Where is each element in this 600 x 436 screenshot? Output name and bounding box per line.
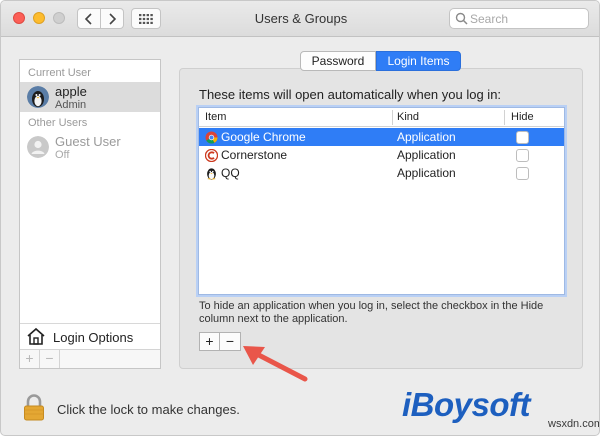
cell-item-name: Google Chrome [221, 130, 306, 144]
remove-login-item-button[interactable]: − [220, 332, 241, 351]
users-sidebar: Current User apple Admin Other Users Gue… [19, 59, 161, 369]
tab-password[interactable]: Password [300, 51, 376, 71]
add-login-item-button[interactable]: + [199, 332, 220, 351]
login-items-table[interactable]: Item Kind Hide Google Chrome Application… [198, 107, 565, 295]
sidebar-button-bar: + − [20, 349, 160, 368]
cornerstone-icon [205, 149, 218, 162]
hide-checkbox[interactable] [516, 167, 529, 180]
column-divider [392, 110, 393, 125]
hide-checkbox[interactable] [516, 149, 529, 162]
cell-kind: Application [397, 130, 456, 144]
user-row-guest[interactable]: Guest User Off [20, 132, 160, 162]
remove-user-button[interactable]: − [40, 350, 60, 368]
table-row[interactable]: Google Chrome Application [199, 128, 564, 146]
lock-icon[interactable] [23, 394, 45, 422]
tab-login-items[interactable]: Login Items [376, 51, 461, 71]
search-icon [455, 12, 468, 25]
other-users-label: Other Users [28, 117, 88, 129]
user-name: Guest User [55, 134, 121, 149]
brand-watermark: iBoysoft [402, 386, 531, 423]
annotation-arrow-icon [243, 346, 308, 382]
guest-user-icon [27, 136, 49, 158]
login-items-intro: These items will open automatically when… [199, 87, 502, 102]
user-row-apple[interactable]: apple Admin [20, 82, 160, 112]
cell-item-name: QQ [221, 166, 240, 180]
column-header-item[interactable]: Item [205, 111, 226, 123]
search-field[interactable] [449, 8, 589, 29]
hide-hint: To hide an application when you log in, … [199, 300, 544, 325]
qq-penguin-icon [207, 168, 216, 180]
user-role: Off [55, 149, 70, 161]
hide-checkbox[interactable] [516, 131, 529, 144]
table-row[interactable]: Cornerstone Application [199, 146, 564, 164]
tab-bar: Password Login Items [300, 51, 461, 71]
cell-kind: Application [397, 166, 456, 180]
user-name: apple [55, 84, 87, 99]
login-options-item[interactable]: Login Options [20, 323, 160, 349]
table-row[interactable]: QQ Application [199, 164, 564, 182]
avatar [27, 136, 49, 158]
avatar [27, 86, 49, 108]
login-options-label: Login Options [53, 330, 134, 345]
column-header-hide[interactable]: Hide [511, 111, 534, 123]
column-header-kind[interactable]: Kind [397, 111, 419, 123]
table-header: Item Kind Hide [199, 108, 564, 127]
search-input[interactable] [470, 10, 584, 27]
users-groups-window: Users & Groups Current User apple Admin … [0, 0, 600, 436]
add-user-button[interactable]: + [20, 350, 40, 368]
cell-kind: Application [397, 148, 456, 162]
cell-item-name: Cornerstone [221, 148, 288, 162]
current-user-label: Current User [28, 67, 91, 79]
home-icon [27, 327, 45, 345]
column-divider [504, 110, 505, 125]
penguin-avatar-icon [27, 86, 49, 108]
chrome-icon [205, 131, 218, 144]
title-bar: Users & Groups [1, 1, 599, 37]
lock-hint: Click the lock to make changes. [57, 402, 240, 417]
user-role: Admin [55, 99, 87, 111]
login-items-button-bar: + − [199, 332, 241, 351]
site-watermark: wsxdn.com [548, 418, 600, 430]
